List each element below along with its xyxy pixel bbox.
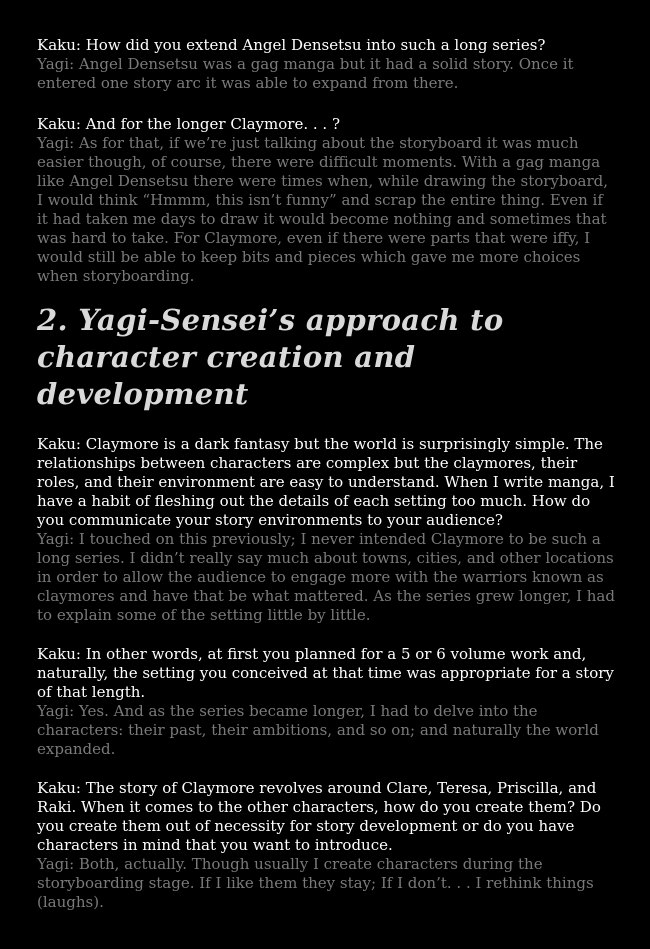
interview-exchange: Kaku: And for the longer Claymore. . . ?… [37,115,617,286]
interview-exchange: Kaku: The story of Claymore revolves aro… [37,779,617,912]
interview-exchange: Kaku: How did you extend Angel Densetsu … [37,36,617,93]
interview-exchange: Kaku: In other words, at first you plann… [37,645,617,759]
question-text: Kaku: And for the longer Claymore. . . ? [37,115,340,133]
interview-exchange: Kaku: Claymore is a dark fantasy but the… [37,435,617,625]
answer-text: Yagi: Yes. And as the series became long… [37,702,599,758]
answer-text: Yagi: I touched on this previously; I ne… [37,530,615,624]
question-text: Kaku: How did you extend Angel Densetsu … [37,36,546,54]
answer-text: Yagi: Both, actually. Though usually I c… [37,855,594,911]
section-heading: 2. Yagi-Sensei’s approach to character c… [37,303,504,411]
answer-text: Yagi: Angel Densetsu was a gag manga but… [37,55,574,92]
answer-text: Yagi: As for that, if we’re just talking… [37,134,609,285]
interview-page: Kaku: How did you extend Angel Densetsu … [37,36,617,912]
question-text: Kaku: The story of Claymore revolves aro… [37,779,601,854]
question-text: Kaku: Claymore is a dark fantasy but the… [37,435,615,529]
question-text: Kaku: In other words, at first you plann… [37,645,614,701]
